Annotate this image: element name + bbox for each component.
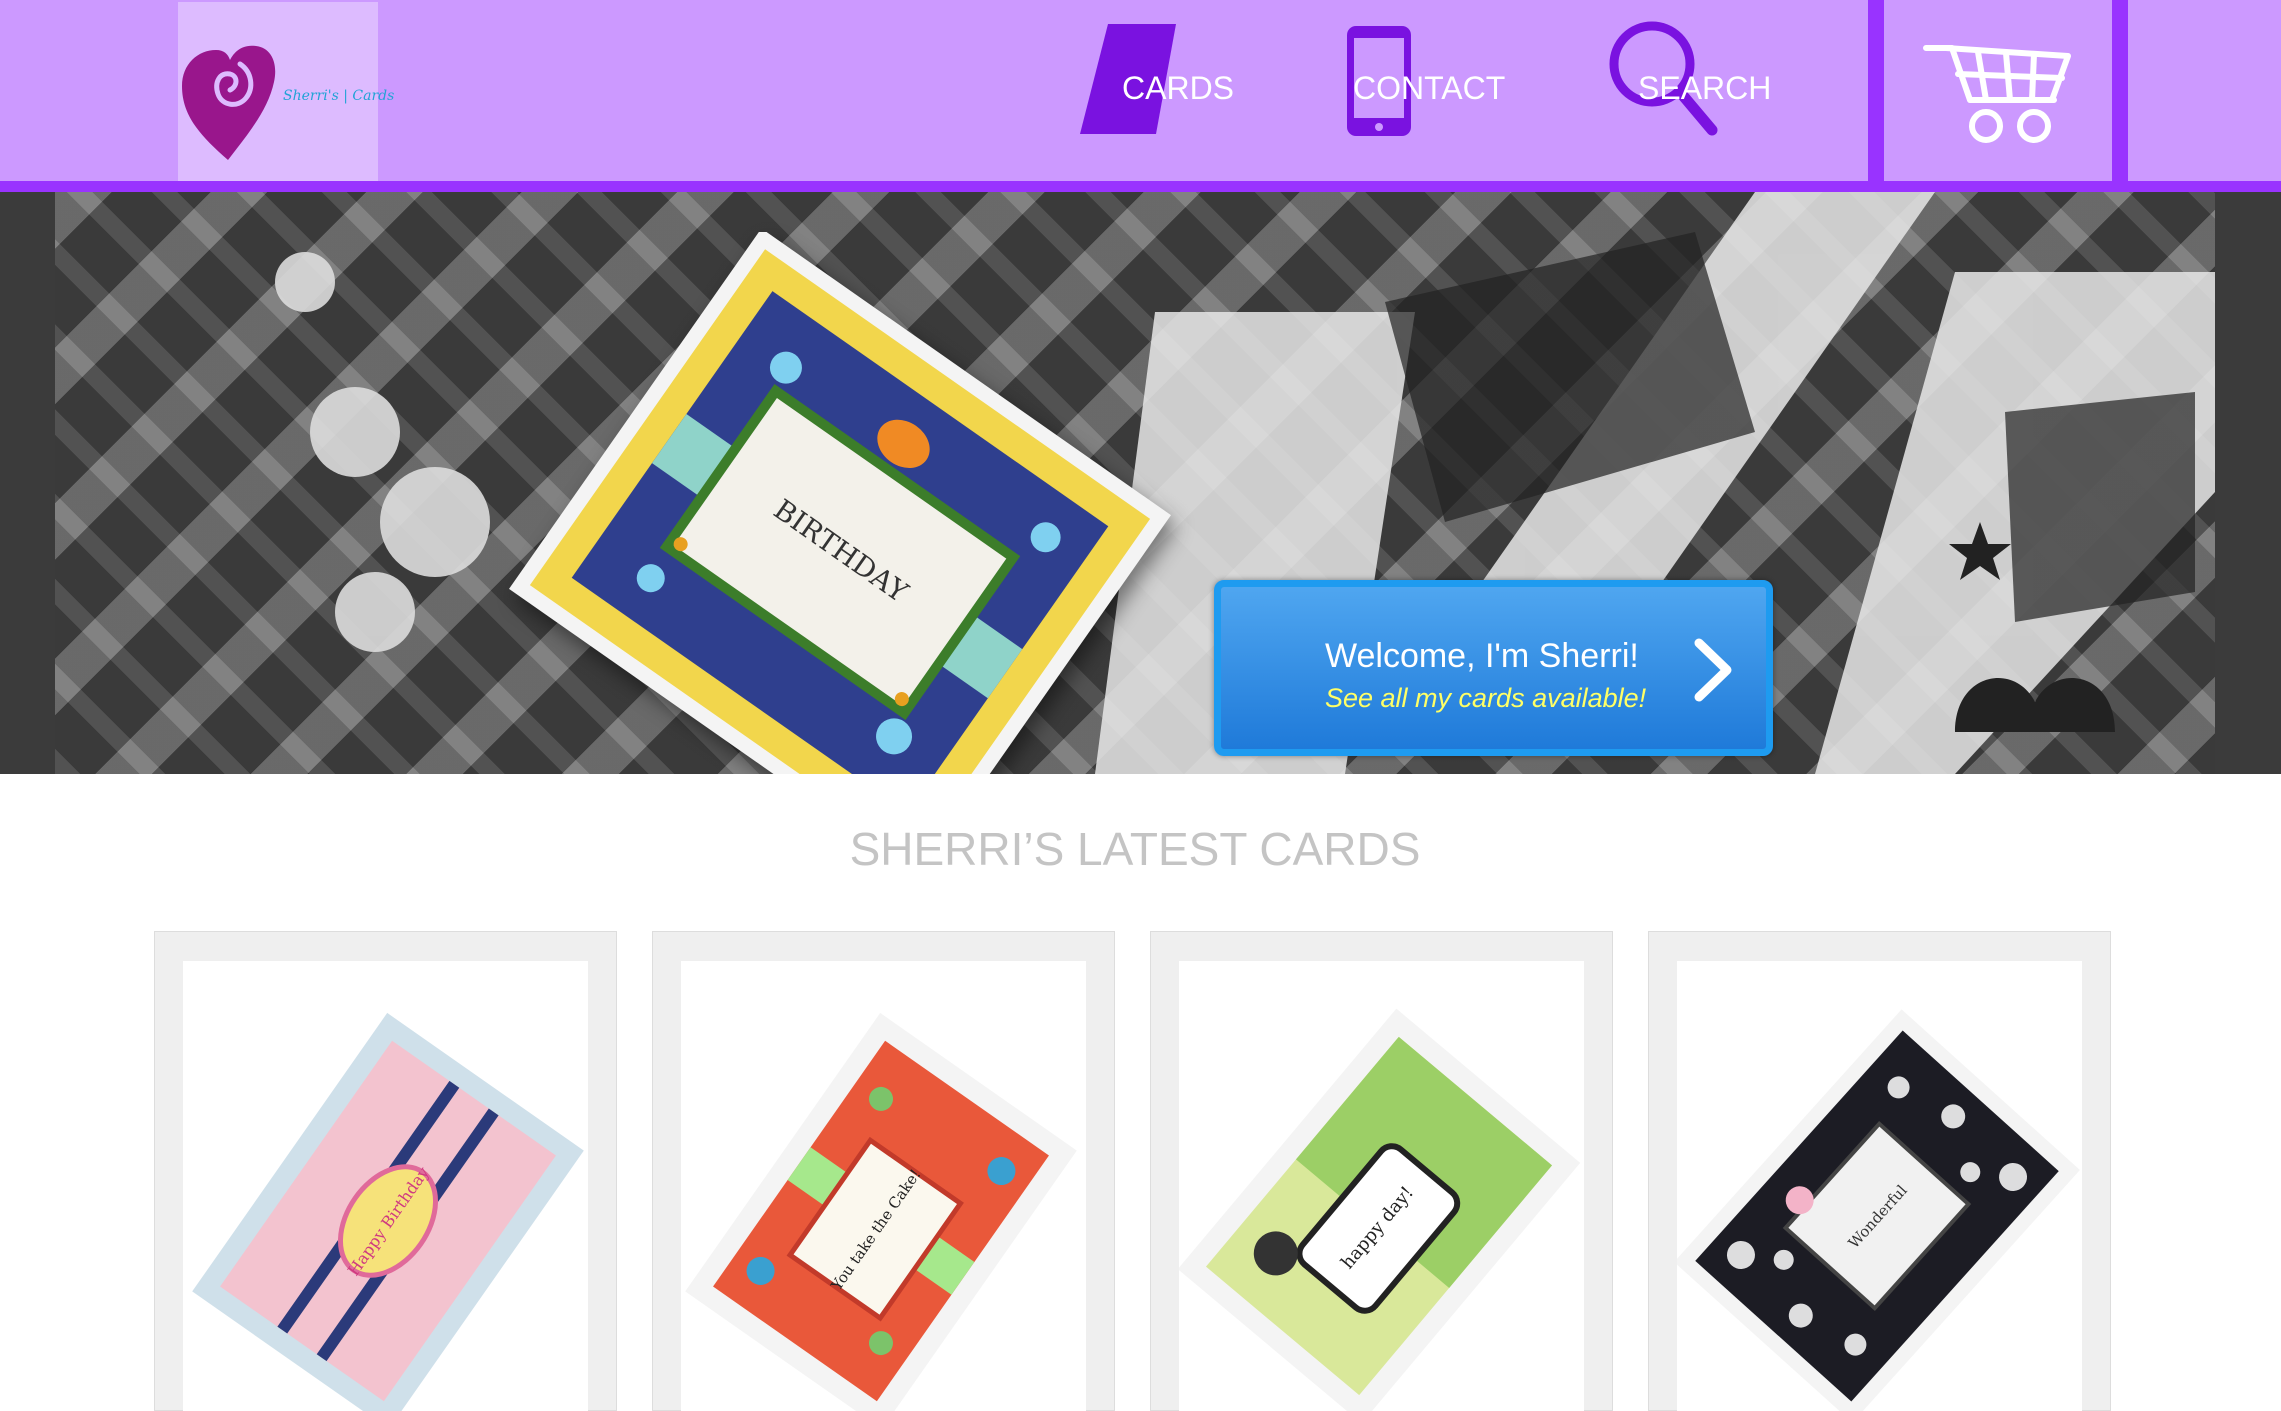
product-tile[interactable]: happy day! [1150,931,1613,1411]
product-image: Wonderful [1677,961,2082,1411]
chevron-right-icon [1694,638,1732,702]
product-tile[interactable]: You take the Cake! [652,931,1115,1411]
nav-contact-label: CONTACT [1353,70,1506,106]
featured-card-image[interactable]: BIRTHDAY [470,232,1210,774]
shopping-cart-icon [1923,45,2071,143]
site-header: Sherri's | Cards CARDS CONTACT SEARCH [0,0,2281,192]
cart-button[interactable] [1868,0,2128,181]
welcome-button[interactable]: Welcome, I'm Sherri! See all my cards av… [1214,580,1773,756]
welcome-subtitle: See all my cards available! [1325,683,1647,713]
nav-cards[interactable]: CARDS [1078,0,1268,181]
product-image: happy day! [1179,961,1584,1411]
nav-search-label: SEARCH [1638,70,1772,106]
heart-swirl-icon [182,45,276,160]
product-tile[interactable]: Happy Birthday [154,931,617,1411]
product-image: Happy Birthday [183,961,588,1411]
product-image: You take the Cake! [681,961,1086,1411]
logo-text: Sherri's | Cards [283,88,395,104]
site-logo[interactable]: Sherri's | Cards [178,2,394,181]
nav-contact[interactable]: CONTACT [1345,0,1545,181]
nav-cards-label: CARDS [1122,70,1235,106]
hero-banner: BIRTHDAY Welcome, I'm Sherri! See all my… [0,192,2281,774]
latest-cards-title: SHERRI’S LATEST CARDS [849,823,1421,875]
nav-search[interactable]: SEARCH [1606,0,1836,181]
product-tile[interactable]: Wonderful [1648,931,2111,1411]
page: Sherri's | Cards CARDS CONTACT SEARCH BI… [0,0,2281,1411]
welcome-title: Welcome, I'm Sherri! [1325,637,1639,675]
